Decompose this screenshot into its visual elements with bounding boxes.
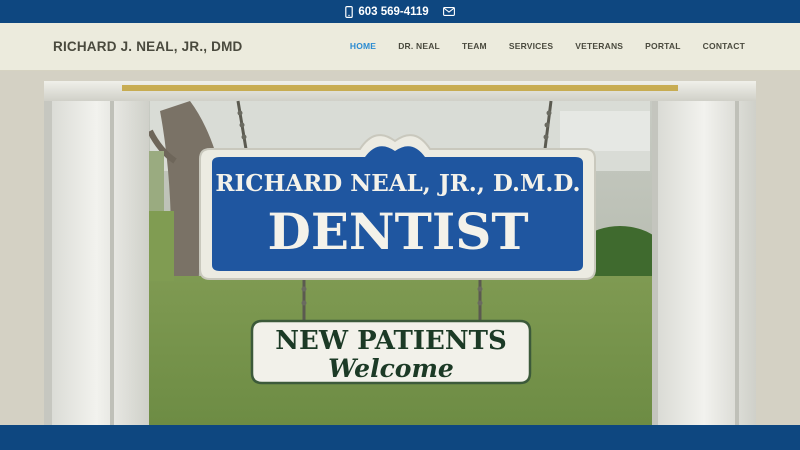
phone-number: 603 569-4119 xyxy=(358,5,429,18)
envelope-icon xyxy=(442,7,455,16)
site-header: RICHARD J. NEAL, JR., DMD HOME DR. NEAL … xyxy=(0,23,800,71)
nav-home[interactable]: HOME xyxy=(350,41,376,51)
bottom-bar xyxy=(0,425,800,450)
sign-line2: DENTIST xyxy=(267,202,528,261)
subsign-line1: NEW PATIENTS xyxy=(275,326,506,356)
email-link[interactable] xyxy=(442,7,455,16)
subsign-line2: Welcome xyxy=(328,354,454,383)
nav-veterans[interactable]: VETERANS xyxy=(575,41,623,51)
hero-sign-photo: RICHARD NEAL, JR., D.M.D. DENTIST NEW PA… xyxy=(44,81,756,425)
site-brand[interactable]: RICHARD J. NEAL, JR., DMD xyxy=(53,39,243,54)
main-nav: HOME DR. NEAL TEAM SERVICES VETERANS POR… xyxy=(350,41,745,51)
nav-team[interactable]: TEAM xyxy=(462,41,487,51)
nav-dr-neal[interactable]: DR. NEAL xyxy=(398,41,440,51)
nav-services[interactable]: SERVICES xyxy=(509,41,553,51)
nav-portal[interactable]: PORTAL xyxy=(645,41,681,51)
nav-contact[interactable]: CONTACT xyxy=(703,41,745,51)
phone-link[interactable]: 603 569-4119 xyxy=(345,5,429,18)
phone-icon xyxy=(345,5,354,18)
sign-line1: RICHARD NEAL, JR., D.M.D. xyxy=(215,170,580,197)
top-contact-bar: 603 569-4119 xyxy=(0,0,800,23)
hero-image: RICHARD NEAL, JR., D.M.D. DENTIST NEW PA… xyxy=(0,71,800,425)
